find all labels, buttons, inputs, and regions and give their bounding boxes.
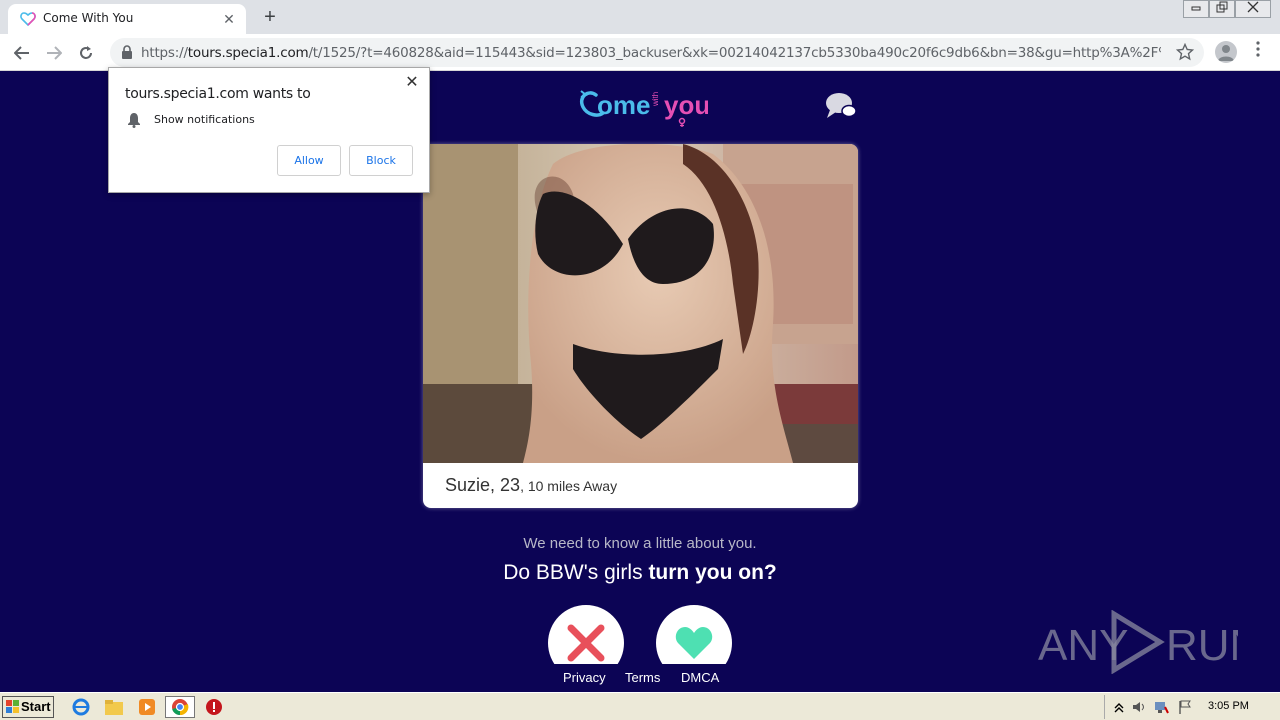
start-button[interactable]: Start <box>2 696 54 718</box>
volume-icon[interactable] <box>1131 699 1147 715</box>
restore-icon <box>1216 1 1228 13</box>
media-player-icon[interactable] <box>136 697 158 717</box>
logo-text-with: with <box>651 92 660 107</box>
arrow-left-icon <box>13 46 29 60</box>
url-path: /t/1525/?t=460828&aid=115443&sid=123803_… <box>308 45 1161 61</box>
url-scheme: https:// <box>141 45 188 61</box>
popup-permission-text: Show notifications <box>154 113 255 126</box>
system-tray: 3:05 PM <box>1104 695 1278 719</box>
bell-icon <box>128 113 140 128</box>
bookmark-star-icon[interactable] <box>1176 43 1194 61</box>
tab-strip: Come With You ✕ + <box>0 0 1280 34</box>
network-icon[interactable] <box>1153 699 1169 715</box>
reload-icon <box>80 46 92 59</box>
file-explorer-icon[interactable] <box>103 697 125 717</box>
internet-explorer-icon[interactable] <box>70 697 92 717</box>
question-subtitle: We need to know a little about you. <box>523 535 757 552</box>
watermark-run: RUN <box>1166 621 1238 670</box>
more-vert-icon <box>1256 41 1260 57</box>
taskbar-clock[interactable]: 3:05 PM <box>1208 700 1249 712</box>
cross-icon <box>567 624 605 662</box>
windows-taskbar: Start 3:05 PM <box>0 692 1280 720</box>
popup-close-icon[interactable]: ✕ <box>403 74 421 92</box>
chat-bubbles-icon[interactable] <box>824 90 858 122</box>
profile-caption: Suzie, 23, 10 miles Away <box>445 475 617 496</box>
notification-permission-popup: tours.specia1.com wants to ✕ Show notifi… <box>108 67 430 193</box>
restore-button[interactable] <box>1209 0 1235 18</box>
action-center-flag-icon[interactable] <box>1177 699 1193 715</box>
browser-menu-button[interactable] <box>1250 41 1266 63</box>
question-title: Do BBW's girls turn you on? <box>0 561 1280 585</box>
back-button[interactable] <box>8 39 36 67</box>
site-logo[interactable]: ome with you <box>578 85 708 127</box>
minimize-icon <box>1191 6 1201 11</box>
question-prefix: Do BBW's girls <box>503 561 649 584</box>
url-host: tours.specia1.com <box>187 45 309 61</box>
profile-card[interactable]: Suzie, 23, 10 miles Away <box>423 144 858 508</box>
heart-icon <box>675 627 713 659</box>
privacy-link[interactable]: Privacy <box>563 670 606 685</box>
question-emphasis: turn you on? <box>648 561 777 584</box>
chrome-icon <box>172 699 189 716</box>
show-hidden-icons-icon[interactable] <box>1111 699 1127 715</box>
reload-button[interactable] <box>72 39 100 67</box>
tab-close-icon[interactable]: ✕ <box>220 10 238 28</box>
anyrun-watermark: ANY RUN <box>1038 610 1238 674</box>
profile-name-age: Suzie, 23 <box>445 475 521 495</box>
popup-title: tours.specia1.com wants to <box>125 86 311 102</box>
logo-text-come: ome <box>597 90 650 120</box>
minimize-button[interactable] <box>1183 0 1209 18</box>
arrow-right-icon <box>47 46 63 60</box>
browser-toolbar: https://tours.specia1.com/t/1525/?t=4608… <box>0 34 1280 71</box>
profile-photo[interactable] <box>423 144 858 463</box>
lock-icon <box>122 45 132 59</box>
dmca-link[interactable]: DMCA <box>681 670 719 685</box>
security-alert-icon[interactable] <box>203 697 225 717</box>
logo-text-you: you <box>664 90 708 120</box>
profile-distance: , 10 miles Away <box>520 478 618 494</box>
terms-link[interactable]: Terms <box>625 670 660 685</box>
address-bar[interactable]: https://tours.specia1.com/t/1525/?t=4608… <box>110 38 1204 67</box>
tab-title: Come With You <box>43 11 134 25</box>
start-label: Start <box>21 699 51 714</box>
tab-active[interactable]: Come With You ✕ <box>8 4 246 34</box>
forward-button[interactable] <box>40 39 68 67</box>
block-button[interactable]: Block <box>349 145 413 176</box>
windows-logo-icon <box>6 700 19 713</box>
new-tab-button[interactable]: + <box>258 6 282 30</box>
chrome-taskbar-button[interactable] <box>165 696 195 718</box>
heart-favicon-icon <box>20 12 36 27</box>
avatar-icon <box>1218 45 1234 61</box>
window-close-button[interactable] <box>1235 0 1271 18</box>
profile-avatar-icon[interactable] <box>1215 41 1237 63</box>
allow-button[interactable]: Allow <box>277 145 341 176</box>
close-icon <box>1247 1 1259 13</box>
url-text[interactable]: https://tours.specia1.com/t/1525/?t=4608… <box>141 45 1161 61</box>
